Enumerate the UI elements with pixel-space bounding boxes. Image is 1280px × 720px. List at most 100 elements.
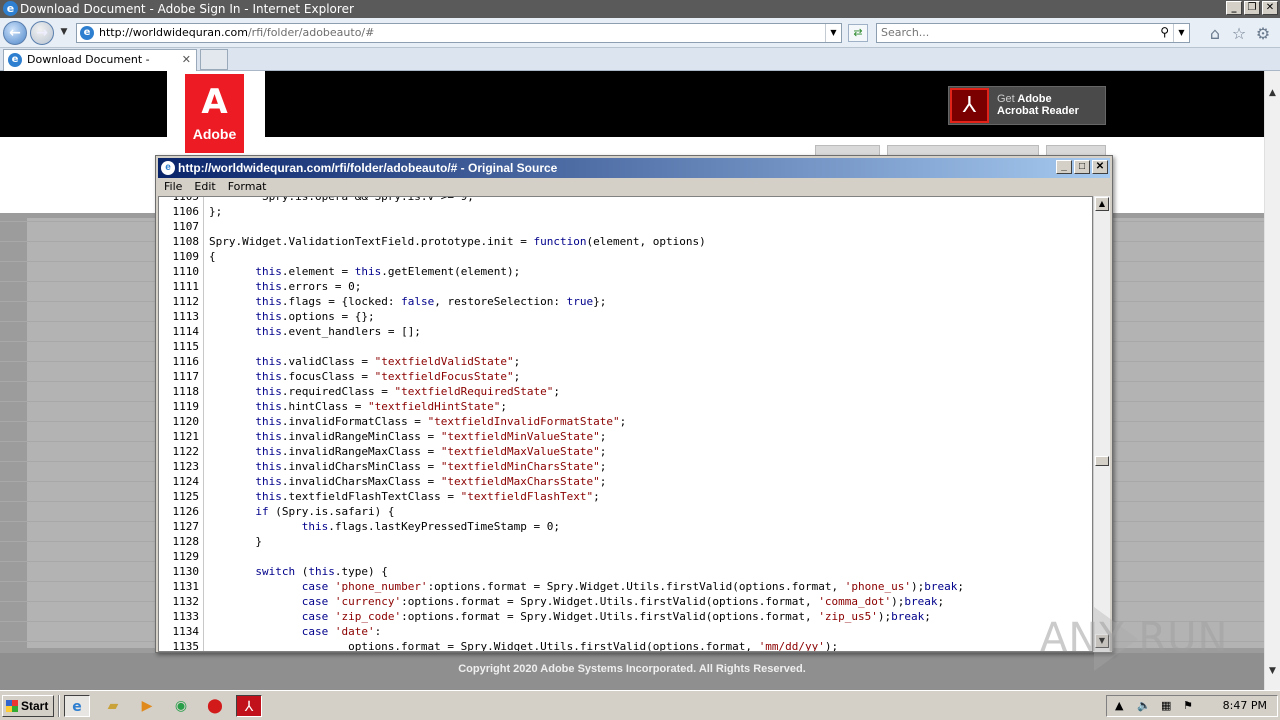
taskbar: Start e ▰ ▶ ◉ ⬤ ⅄ ▲ 🔈 ▦ ⚑ 8:47 PM [0, 690, 1280, 720]
code-text: this.invalidCharsMinClass = "textfieldMi… [255, 460, 607, 473]
code-text: this.hintClass = "textfieldHintState"; [255, 400, 508, 413]
code-line: 1105 Spry.is.opera && Spry.is.v >= 9; [159, 196, 1092, 204]
code-text: switch (this.type) { [255, 565, 388, 578]
back-arrow-icon[interactable]: ← [3, 21, 27, 45]
start-button[interactable]: Start [2, 695, 54, 717]
line-number: 1131 [172, 580, 200, 593]
line-number: 1109 [172, 250, 200, 263]
code-line: 1118 this.requiredClass = "textfieldRequ… [159, 384, 1092, 399]
code-text: } [209, 535, 262, 548]
line-number: 1128 [172, 535, 200, 548]
line-number: 1117 [172, 370, 200, 383]
taskbar-explorer-folder-icon[interactable]: ▰ [100, 695, 126, 717]
ie-icon: e [3, 1, 18, 16]
code-line: 1135 options.format = Spry.Widget.Utils.… [159, 639, 1092, 651]
scroll-up-icon[interactable]: ▲ [1265, 85, 1280, 101]
source-scroll-thumb[interactable] [1095, 456, 1109, 466]
code-line: 1123 this.invalidCharsMinClass = "textfi… [159, 459, 1092, 474]
forward-arrow-icon[interactable]: → [30, 21, 54, 45]
code-text: case 'zip_code':options.format = Spry.Wi… [301, 610, 931, 623]
page-scrollbar[interactable]: ▲ ▼ [1264, 71, 1280, 690]
taskbar-chrome-icon[interactable]: ◉ [168, 695, 194, 717]
code-line: 1114 this.event_handlers = []; [159, 324, 1092, 339]
tab-download-document[interactable]: e Download Document - Adobe... ✕ [3, 49, 197, 86]
settings-gear-icon[interactable]: ⚙ [1254, 25, 1272, 43]
code-text: if (Spry.is.safari) { [255, 505, 395, 518]
address-bar[interactable]: e http://worldwidequran.com/rfi/folder/a… [76, 23, 842, 43]
recent-pages-dropdown-icon[interactable]: ▼ [58, 27, 70, 39]
taskbar-ie-icon[interactable]: e [64, 695, 90, 717]
line-number: 1124 [172, 475, 200, 488]
code-line: 1111 this.errors = 0; [159, 279, 1092, 294]
code-text: this.invalidFormatClass = "textfieldInva… [255, 415, 627, 428]
code-text: this.errors = 0; [255, 280, 362, 293]
copyright-text: Copyright 2020 Adobe Systems Incorporate… [458, 663, 806, 675]
adobe-a-icon: A [201, 82, 228, 122]
code-text: case 'currency':options.format = Spry.Wi… [301, 595, 945, 608]
code-text: this.invalidRangeMinClass = "textfieldMi… [255, 430, 607, 443]
line-number: 1123 [172, 460, 200, 473]
clock[interactable]: 8:47 PM [1223, 699, 1267, 712]
source-scrollbar[interactable]: ▲ ▼ [1093, 196, 1110, 652]
line-number: 1116 [172, 355, 200, 368]
ie-navigation-bar: ← → ▼ e http://worldwidequran.com/rfi/fo… [0, 18, 1280, 48]
menu-edit[interactable]: Edit [194, 180, 215, 193]
code-text: this.requiredClass = "textfieldRequiredS… [255, 385, 561, 398]
tray-network-icon[interactable]: ▦ [1161, 699, 1171, 712]
code-text: this.flags = {locked: false, restoreSele… [255, 295, 607, 308]
menu-format[interactable]: Format [228, 180, 267, 193]
new-tab-button[interactable] [200, 49, 228, 70]
line-number: 1105 [172, 196, 200, 203]
scroll-down-icon[interactable]: ▼ [1265, 663, 1280, 679]
tab-close-icon[interactable]: ✕ [182, 50, 191, 70]
code-lines: 1105 Spry.is.opera && Spry.is.v >= 9; 110… [159, 196, 1092, 651]
code-line: 1126 if (Spry.is.safari) { [159, 504, 1092, 519]
code-line: 1106}; [159, 204, 1092, 219]
taskbar-separator [58, 695, 60, 717]
search-icon[interactable]: ⚲ [1160, 25, 1169, 39]
line-number: 1113 [172, 310, 200, 323]
restore-icon[interactable]: ❐ [1244, 1, 1260, 15]
watermark: ANY RUN [1040, 615, 1229, 661]
reader-get-label: Get [997, 93, 1015, 105]
windows-flag-icon [6, 700, 18, 712]
code-text: Spry.is.opera && Spry.is.v >= 9; [209, 196, 474, 203]
source-code-pane[interactable]: 1105 Spry.is.opera && Spry.is.v >= 9; 110… [158, 196, 1093, 652]
line-number: 1133 [172, 610, 200, 623]
line-number: 1130 [172, 565, 200, 578]
tray-expand-icon[interactable]: ▲ [1115, 699, 1123, 712]
code-line: 1115 [159, 339, 1092, 354]
code-line: 1108 Spry.Widget.ValidationTextField.prot… [159, 234, 1092, 249]
taskbar-acrobat-icon[interactable]: ⅄ [236, 695, 262, 717]
source-close-icon[interactable]: ✕ [1092, 160, 1108, 174]
line-number: 1121 [172, 430, 200, 443]
tray-volume-icon[interactable]: 🔈 [1137, 699, 1151, 712]
ie-title-bar: e Download Document - Adobe Sign In - In… [0, 0, 1280, 18]
menu-file[interactable]: File [164, 180, 182, 193]
search-input[interactable] [881, 26, 1151, 39]
line-number: 1106 [172, 205, 200, 218]
refresh-icon[interactable]: ⇄ [848, 24, 868, 42]
line-number: 1119 [172, 400, 200, 413]
address-url[interactable]: http://worldwidequran.com/rfi/folder/ado… [99, 26, 374, 39]
taskbar-media-player-icon[interactable]: ▶ [134, 695, 160, 717]
code-line: 1120 this.invalidFormatClass = "textfiel… [159, 414, 1092, 429]
search-box[interactable]: ⚲ ▼ [876, 23, 1190, 43]
close-icon[interactable]: ✕ [1262, 1, 1278, 15]
source-scroll-up-icon[interactable]: ▲ [1095, 197, 1109, 211]
code-text: this.validClass = "textfieldValidState"; [255, 355, 521, 368]
minimize-icon[interactable]: _ [1226, 1, 1242, 15]
adobe-logo: A Adobe [167, 71, 265, 153]
code-line: 1113 this.options = {}; [159, 309, 1092, 324]
source-minimize-icon[interactable]: _ [1056, 160, 1072, 174]
tray-flag-icon[interactable]: ⚑ [1183, 699, 1193, 712]
source-title-bar: e http://worldwidequran.com/rfi/folder/a… [158, 158, 1110, 178]
get-acrobat-reader-button[interactable]: ⅄ Get Adobe Acrobat Reader [948, 86, 1106, 125]
taskbar-security-icon[interactable]: ⬤ [202, 695, 228, 717]
line-number: 1112 [172, 295, 200, 308]
search-dropdown-icon[interactable]: ▼ [1173, 24, 1189, 42]
favorites-star-icon[interactable]: ☆ [1230, 25, 1248, 43]
address-dropdown-icon[interactable]: ▼ [825, 24, 841, 42]
home-icon[interactable]: ⌂ [1206, 25, 1224, 43]
source-maximize-icon[interactable]: □ [1074, 160, 1090, 174]
